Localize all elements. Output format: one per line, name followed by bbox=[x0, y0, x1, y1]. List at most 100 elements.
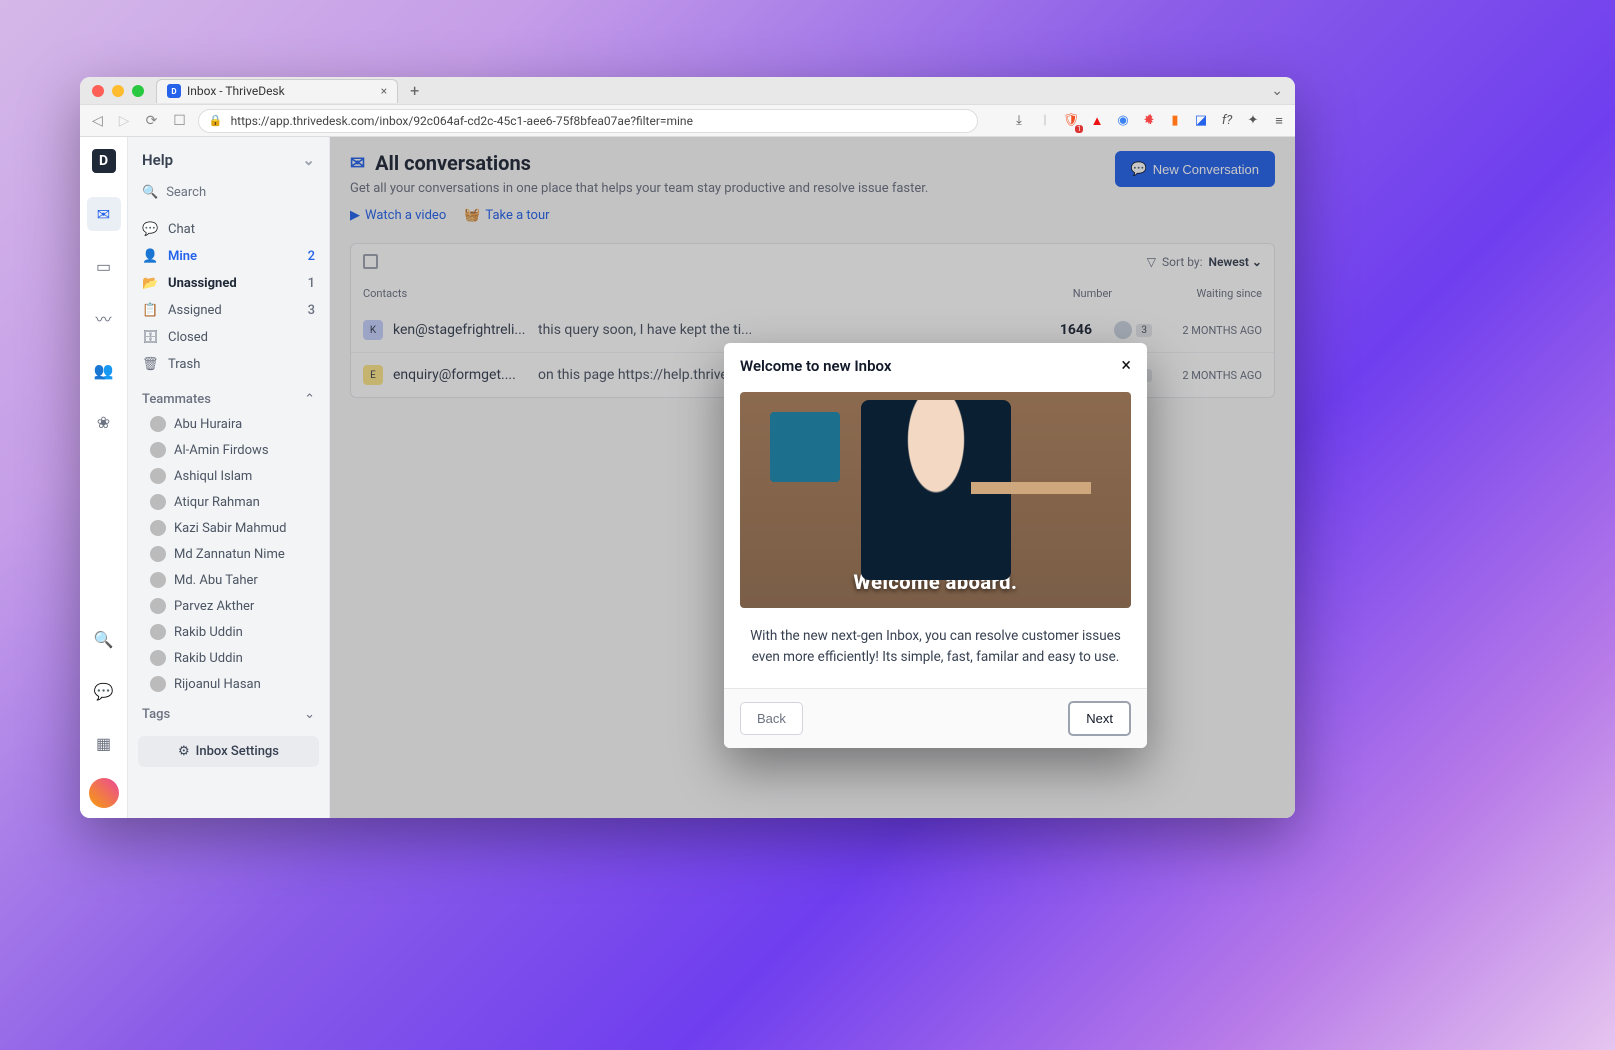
filter-icon[interactable]: ▽ bbox=[1147, 255, 1156, 269]
extension-icon[interactable]: ✸4 bbox=[1141, 113, 1157, 129]
rail-inbox-icon[interactable]: ✉ bbox=[87, 197, 121, 231]
teammate-item[interactable]: Md. Abu Taher bbox=[128, 567, 329, 593]
sidebar-item-icon: 🗑 bbox=[142, 357, 158, 372]
extension-icon[interactable]: ▲ bbox=[1089, 113, 1105, 129]
nav-reload-button[interactable]: ⟳ bbox=[142, 111, 162, 131]
browser-menu-icon[interactable]: ≡ bbox=[1271, 113, 1287, 129]
watch-video-link[interactable]: ▶ Watch a video bbox=[350, 208, 446, 223]
page-subtitle: Get all your conversations in one place … bbox=[350, 181, 928, 196]
teammate-item[interactable]: Kazi Sabir Mahmud bbox=[128, 515, 329, 541]
tab-title: Inbox - ThriveDesk bbox=[187, 84, 285, 98]
rail-grid-icon[interactable]: ▦ bbox=[87, 726, 121, 760]
teammate-avatar bbox=[150, 598, 166, 614]
url-text: https://app.thrivedesk.com/inbox/92c064a… bbox=[231, 114, 693, 128]
section-chevron-icon[interactable]: ⌃ bbox=[304, 392, 315, 407]
teammate-avatar bbox=[150, 442, 166, 458]
inbox-icon: ✉ bbox=[350, 153, 365, 174]
extensions-menu-icon[interactable]: ✦ bbox=[1245, 113, 1261, 129]
new-tab-button[interactable]: + bbox=[410, 81, 419, 100]
teammate-avatar bbox=[150, 624, 166, 640]
sidebar: Help ⌄ 🔍 Search 💬 Chat 👤 Mine 2📂 Unassig… bbox=[128, 137, 330, 818]
teammate-item[interactable]: Md Zannatun Nime bbox=[128, 541, 329, 567]
teammate-name: Abu Huraira bbox=[174, 417, 242, 432]
new-conversation-button[interactable]: 💬 New Conversation bbox=[1115, 151, 1275, 187]
sidebar-item[interactable]: 🗄 Closed bbox=[128, 324, 329, 351]
inbox-selector-chevron-icon[interactable]: ⌄ bbox=[302, 151, 315, 169]
teammate-item[interactable]: Abu Huraira bbox=[128, 411, 329, 437]
rail-apps-icon[interactable]: ❀ bbox=[87, 405, 121, 439]
window-close[interactable] bbox=[92, 85, 104, 97]
search-icon: 🔍 bbox=[142, 185, 158, 200]
sidebar-item-icon: 📋 bbox=[142, 303, 158, 318]
take-tour-label: Take a tour bbox=[485, 208, 549, 223]
nav-bookmark-button[interactable]: ☐ bbox=[169, 111, 190, 131]
teammate-avatar bbox=[150, 520, 166, 536]
rail-chat-icon[interactable]: 💬 bbox=[87, 674, 121, 708]
modal-close-icon[interactable]: × bbox=[1121, 355, 1131, 376]
teammate-item[interactable]: Atiqur Rahman bbox=[128, 489, 329, 515]
sidebar-item[interactable]: 👤 Mine 2 bbox=[128, 243, 329, 270]
teammate-item[interactable]: Al-Amin Firdows bbox=[128, 437, 329, 463]
sidebar-item-label: Assigned bbox=[168, 303, 222, 318]
rail-search-icon[interactable]: 🔍 bbox=[87, 622, 121, 656]
sidebar-item-label: Chat bbox=[168, 222, 195, 237]
sidebar-item[interactable]: 📂 Unassigned 1 bbox=[128, 270, 329, 297]
sidebar-item[interactable]: 💬 Chat bbox=[128, 216, 329, 243]
teammate-item[interactable]: Rakib Uddin bbox=[128, 619, 329, 645]
row-waiting: 2 MONTHS AGO bbox=[1152, 369, 1262, 382]
thread-count-badge: 3 bbox=[1136, 324, 1152, 337]
teammate-name: Rakib Uddin bbox=[174, 625, 243, 640]
inbox-settings-button[interactable]: ⚙ Inbox Settings bbox=[138, 736, 319, 767]
col-number: Number bbox=[1032, 287, 1112, 300]
shield-icon[interactable]: 🛡1 bbox=[1063, 113, 1079, 129]
sidebar-item[interactable]: 📋 Assigned 3 bbox=[128, 297, 329, 324]
nav-back-button[interactable]: ◁ bbox=[88, 111, 107, 131]
download-icon[interactable]: ⤓ bbox=[1011, 113, 1027, 129]
modal-back-button[interactable]: Back bbox=[740, 702, 803, 735]
user-avatar[interactable] bbox=[89, 778, 119, 808]
teammate-name: Rakib Uddin bbox=[174, 651, 243, 666]
teammate-name: Md Zannatun Nime bbox=[174, 547, 285, 562]
row-number: 1646 bbox=[1032, 322, 1092, 338]
divider-icon: | bbox=[1037, 113, 1053, 129]
tabs-dropdown-icon[interactable]: ⌄ bbox=[1271, 83, 1283, 99]
app-logo[interactable]: D bbox=[92, 149, 116, 173]
extension-icon[interactable]: ▮ bbox=[1167, 113, 1183, 129]
row-waiting: 2 MONTHS AGO bbox=[1152, 324, 1262, 337]
teammate-item[interactable]: Ashiqul Islam bbox=[128, 463, 329, 489]
select-all-checkbox[interactable] bbox=[363, 254, 378, 269]
tab-close-icon[interactable]: × bbox=[381, 84, 387, 98]
sidebar-item[interactable]: 🗑 Trash bbox=[128, 351, 329, 378]
take-tour-link[interactable]: 🧺 Take a tour bbox=[464, 208, 549, 223]
section-chevron-icon[interactable]: ⌄ bbox=[304, 707, 315, 722]
extension-icon[interactable]: ◉ bbox=[1115, 113, 1131, 129]
teammate-item[interactable]: Rakib Uddin bbox=[128, 645, 329, 671]
sidebar-search[interactable]: 🔍 Search bbox=[128, 179, 329, 212]
window-minimize[interactable] bbox=[112, 85, 124, 97]
teammate-item[interactable]: Parvez Akther bbox=[128, 593, 329, 619]
inbox-selector-label: Help bbox=[142, 151, 173, 169]
teammate-item[interactable]: Rijoanul Hasan bbox=[128, 671, 329, 697]
browser-tab[interactable]: D Inbox - ThriveDesk × bbox=[156, 79, 398, 103]
sort-by-label: Sort by: bbox=[1162, 255, 1203, 269]
lock-icon: 🔒 bbox=[209, 114, 223, 127]
basket-icon: 🧺 bbox=[464, 208, 480, 223]
rail-docs-icon[interactable]: ▭ bbox=[87, 249, 121, 283]
nav-forward-button[interactable]: ▷ bbox=[115, 111, 134, 131]
extension-icon[interactable]: ◪ bbox=[1193, 113, 1209, 129]
sidebar-item-label: Trash bbox=[168, 357, 200, 372]
teammate-avatar bbox=[150, 468, 166, 484]
sort-value[interactable]: Newest ⌄ bbox=[1208, 255, 1262, 269]
sidebar-item-label: Closed bbox=[168, 330, 208, 345]
chat-icon: 💬 bbox=[1131, 161, 1147, 177]
modal-next-button[interactable]: Next bbox=[1068, 701, 1131, 736]
extension-icon[interactable]: f? bbox=[1219, 113, 1235, 129]
row-contact: ken@stagefrightreli... bbox=[393, 322, 528, 338]
inbox-settings-label: Inbox Settings bbox=[196, 744, 279, 759]
rail-activity-icon[interactable]: 〰 bbox=[87, 301, 121, 335]
rail-contacts-icon[interactable]: 👥 bbox=[87, 353, 121, 387]
teammate-name: Kazi Sabir Mahmud bbox=[174, 521, 286, 536]
url-bar[interactable]: 🔒 https://app.thrivedesk.com/inbox/92c06… bbox=[198, 109, 978, 133]
window-maximize[interactable] bbox=[132, 85, 144, 97]
row-assignees: 3 bbox=[1092, 321, 1152, 339]
